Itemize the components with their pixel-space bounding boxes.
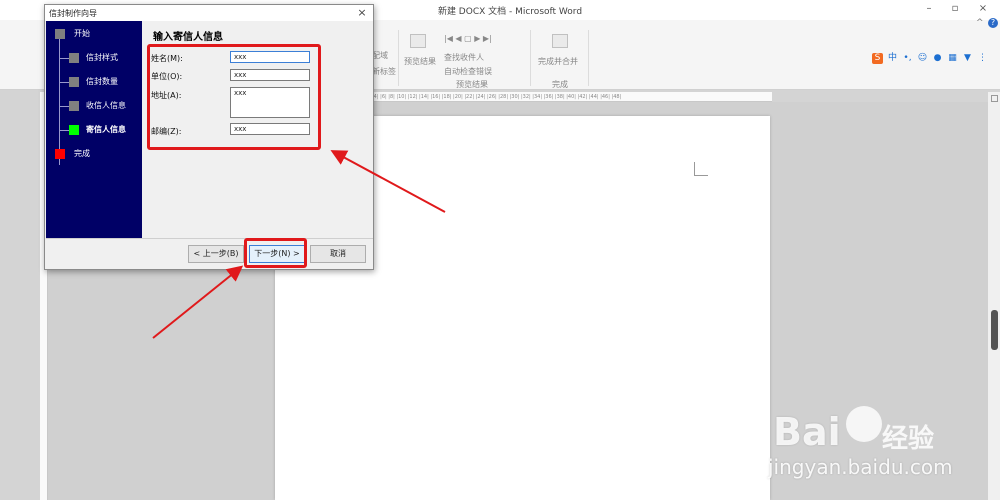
paw-icon (846, 406, 882, 442)
baidu-logo-watermark: Bai (773, 410, 841, 454)
arrow-to-fields (330, 150, 446, 213)
watermark-url: jingyan.baidu.com (768, 455, 953, 479)
watermark-jingyan: 经验 (882, 424, 935, 454)
arrow-to-next (152, 265, 244, 339)
